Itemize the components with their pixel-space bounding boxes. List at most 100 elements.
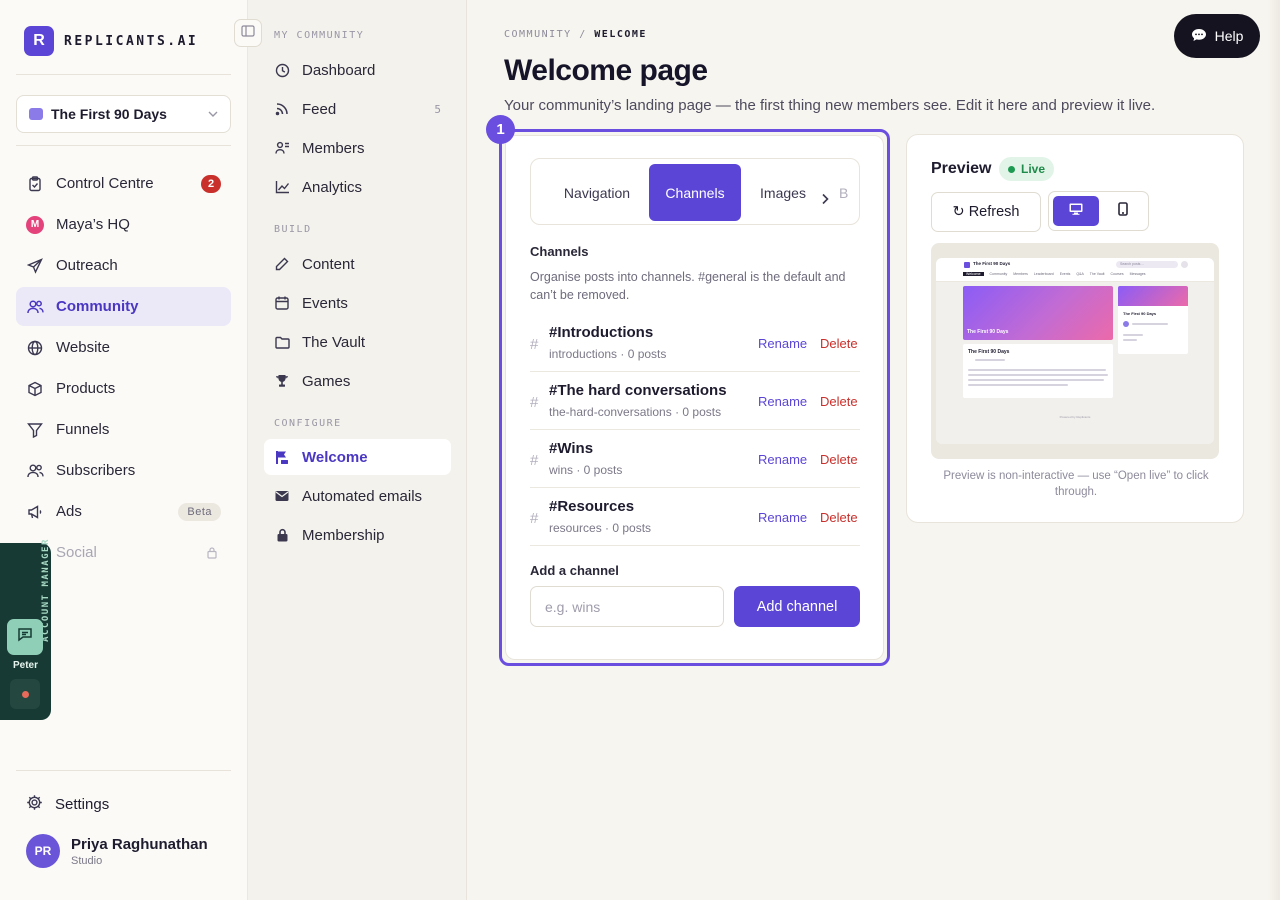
record-button[interactable] bbox=[10, 679, 40, 709]
desktop-view-button[interactable] bbox=[1053, 196, 1099, 226]
subnav-heading: CONFIGURE bbox=[274, 418, 342, 429]
preview-topbar: The First 90 Days Search posts… Welcome … bbox=[936, 258, 1214, 282]
delete-channel-button[interactable]: Delete bbox=[820, 336, 858, 351]
user-role: Studio bbox=[71, 854, 103, 867]
preview-card-title: The First 90 Days bbox=[968, 349, 1010, 355]
subnav-item-feed[interactable]: Feed 5 bbox=[264, 91, 451, 127]
chat-icon bbox=[17, 627, 33, 647]
subnav-heading: BUILD bbox=[274, 224, 312, 235]
help-button[interactable]: Help bbox=[1174, 14, 1260, 58]
globe-icon bbox=[26, 339, 44, 357]
refresh-button[interactable]: ↻ Refresh bbox=[931, 192, 1041, 232]
subnav-item-label: Membership bbox=[302, 526, 385, 544]
nav-item-ads[interactable]: Ads Beta bbox=[16, 492, 231, 531]
mobile-icon bbox=[1118, 201, 1128, 221]
device-toggle bbox=[1048, 191, 1149, 231]
workspace-icon bbox=[29, 108, 43, 120]
avatar: PR bbox=[26, 834, 60, 868]
subnav-item-dashboard[interactable]: Dashboard bbox=[264, 52, 451, 88]
delete-channel-button[interactable]: Delete bbox=[820, 452, 858, 467]
delete-channel-button[interactable]: Delete bbox=[820, 394, 858, 409]
tour-step-badge: 1 bbox=[486, 115, 515, 144]
preview-tab: Courses bbox=[1110, 272, 1124, 276]
preview-text-line bbox=[968, 369, 1106, 371]
preview-page: The First 90 Days Search posts… Welcome … bbox=[936, 258, 1214, 444]
subnav-item-label: Feed bbox=[302, 100, 337, 118]
folder-icon bbox=[274, 334, 290, 350]
preview-hero-text: The First 90 Days bbox=[967, 329, 1009, 335]
rename-channel-button[interactable]: Rename bbox=[758, 452, 807, 467]
subnav-item-welcome[interactable]: Welcome bbox=[264, 439, 451, 475]
add-channel-title: Add a channel bbox=[530, 563, 619, 578]
community-subnav: MY COMMUNITY Dashboard Feed 5 Members An… bbox=[248, 0, 467, 900]
rename-channel-button[interactable]: Rename bbox=[758, 336, 807, 351]
welcome-editor: Navigation Channels Images B Channels Or… bbox=[505, 135, 884, 660]
desktop-icon bbox=[1069, 202, 1083, 220]
account-manager-panel: ACCOUNT MANAGER Peter bbox=[0, 538, 51, 720]
preview-text-line bbox=[1123, 339, 1137, 341]
rename-channel-button[interactable]: Rename bbox=[758, 394, 807, 409]
rename-channel-button[interactable]: Rename bbox=[758, 510, 807, 525]
collapse-sidebar-button[interactable] bbox=[234, 19, 262, 47]
users-icon bbox=[26, 298, 44, 316]
chevron-down-icon bbox=[208, 108, 218, 120]
clipboard-icon bbox=[26, 175, 44, 193]
settings-link[interactable]: Settings bbox=[26, 794, 109, 815]
mobile-view-button[interactable] bbox=[1100, 196, 1146, 226]
preview-side-card: The First 90 Days bbox=[1118, 286, 1188, 354]
subnav-item-label: Members bbox=[302, 139, 365, 157]
preview-search: Search posts… bbox=[1116, 261, 1178, 268]
channels-section-help: Organise posts into channels. #general i… bbox=[530, 270, 846, 302]
subnav-item-the-vault[interactable]: The Vault bbox=[264, 324, 451, 360]
subnav-item-games[interactable]: Games bbox=[264, 363, 451, 399]
delete-channel-button[interactable]: Delete bbox=[820, 510, 858, 525]
tab-channels[interactable]: Channels bbox=[649, 164, 741, 221]
nav-item-control-centre[interactable]: Control Centre 2 bbox=[16, 164, 231, 203]
welcome-flag-icon bbox=[274, 449, 290, 465]
subnav-item-content[interactable]: Content bbox=[264, 246, 451, 282]
workspace-switcher[interactable]: The First 90 Days bbox=[16, 95, 231, 133]
subnav-item-members[interactable]: Members bbox=[264, 130, 451, 166]
subnav-item-label: Analytics bbox=[302, 178, 363, 196]
subnav-item-membership[interactable]: Membership bbox=[264, 517, 451, 553]
breadcrumb-parent[interactable]: COMMUNITY bbox=[504, 29, 572, 40]
preview-text-line bbox=[975, 359, 1005, 361]
megaphone-icon bbox=[26, 503, 44, 521]
nav-item-website[interactable]: Website bbox=[16, 328, 231, 367]
tab-overflow[interactable]: B bbox=[833, 164, 859, 221]
nav-item-outreach[interactable]: Outreach bbox=[16, 246, 231, 285]
subnav-item-label: Games bbox=[302, 372, 351, 390]
nav-item-community[interactable]: Community bbox=[16, 287, 231, 326]
add-channel-button[interactable]: Add channel bbox=[734, 586, 860, 627]
tabs-scroll-right-button[interactable] bbox=[821, 192, 829, 210]
subnav-item-events[interactable]: Events bbox=[264, 285, 451, 321]
page-subtitle: Your community’s landing page — the firs… bbox=[504, 97, 1156, 114]
brand[interactable]: R REPLICANTS.AI bbox=[24, 26, 198, 56]
nav-item-label: Social bbox=[56, 544, 97, 561]
subnav-item-analytics[interactable]: Analytics bbox=[264, 169, 451, 205]
hash-icon: # bbox=[530, 394, 539, 411]
tab-navigation[interactable]: Navigation bbox=[547, 164, 647, 221]
add-channel-input[interactable] bbox=[530, 586, 724, 627]
nav-item-funnels[interactable]: Funnels bbox=[16, 410, 231, 449]
account-manager-chat-button[interactable] bbox=[7, 619, 43, 655]
window-edge bbox=[1268, 0, 1280, 900]
subnav-item-automated-emails[interactable]: Automated emails bbox=[264, 478, 451, 514]
preview-note: Preview is non-interactive — use “Open l… bbox=[943, 470, 1209, 498]
mail-icon bbox=[274, 488, 290, 504]
user-profile[interactable]: PR Priya Raghunathan Studio bbox=[26, 834, 208, 868]
channel-meta: wins · 0 posts bbox=[549, 463, 623, 477]
nav-item-products[interactable]: Products bbox=[16, 369, 231, 408]
nav-item-subscribers[interactable]: Subscribers bbox=[16, 451, 231, 490]
preview-side-hero bbox=[1118, 286, 1188, 306]
editor-tabs: Navigation Channels Images B bbox=[530, 158, 860, 225]
channel-row: # #Resources resources · 0 posts Rename … bbox=[530, 488, 860, 546]
preview-tab: Community bbox=[989, 272, 1008, 276]
user-info: Priya Raghunathan Studio bbox=[71, 836, 208, 867]
tab-images[interactable]: Images bbox=[745, 164, 821, 221]
nav-item-label: Website bbox=[56, 339, 110, 356]
maya-mark: M bbox=[26, 215, 44, 234]
nav-item-mayas-hq[interactable]: M Maya’s HQ bbox=[16, 205, 231, 244]
preview-tab: Messages bbox=[1129, 272, 1146, 276]
subnav-item-label: Automated emails bbox=[302, 487, 423, 505]
